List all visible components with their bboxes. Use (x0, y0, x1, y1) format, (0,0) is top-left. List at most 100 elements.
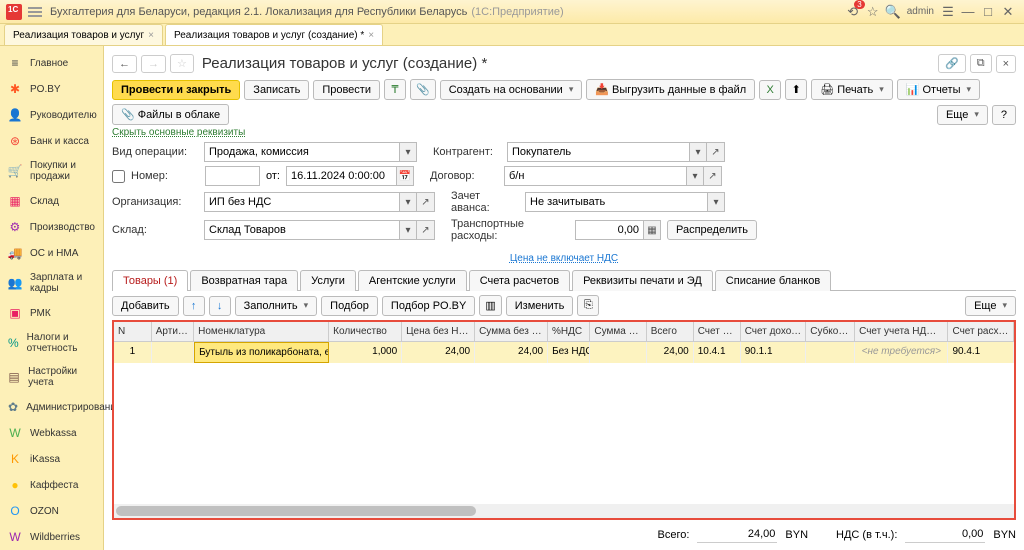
attach-icon[interactable]: 📎 (410, 79, 436, 100)
minimize-icon[interactable]: — (958, 4, 978, 19)
tab-creation[interactable]: Реализация товаров и услуг (создание) *× (165, 24, 383, 45)
column-header[interactable]: Счет доходов (741, 322, 807, 341)
warehouse-input[interactable] (204, 220, 399, 240)
number-checkbox[interactable] (112, 170, 125, 183)
cell[interactable] (806, 342, 855, 363)
sidebar-item[interactable]: ●Каффеста (0, 472, 103, 498)
movements-icon[interactable]: ₸ (384, 79, 406, 100)
inner-tab[interactable]: Списание бланков (715, 270, 831, 291)
copy-icon[interactable]: ⎘ (577, 295, 599, 316)
inner-tab[interactable]: Счета расчетов (469, 270, 570, 291)
cell[interactable]: 24,00 (475, 342, 548, 363)
sidebar-item[interactable]: 🛒Покупки и продажи (0, 154, 103, 188)
close-icon[interactable]: ✕ (998, 4, 1018, 20)
sidebar-item[interactable]: WWebkassa (0, 420, 103, 446)
column-header[interactable]: Количество (329, 322, 402, 341)
tab-close-icon[interactable]: × (368, 30, 374, 41)
add-button[interactable]: Добавить (112, 296, 179, 316)
inner-tab[interactable]: Реквизиты печати и ЭД (572, 270, 713, 291)
settings-icon[interactable]: ☰ (938, 4, 958, 20)
post-close-button[interactable]: Провести и закрыть (112, 80, 240, 100)
tab-list[interactable]: Реализация товаров и услуг× (4, 24, 163, 45)
sidebar-item[interactable]: ▤Настройки учета (0, 360, 103, 394)
sidebar-item[interactable]: 👥Зарплата и кадры (0, 266, 103, 300)
dogovor-input[interactable] (504, 166, 686, 186)
history-icon[interactable]: ☆ (863, 4, 883, 20)
pick-poby-button[interactable]: Подбор PO.BY (382, 296, 475, 316)
more-button[interactable]: Еще (937, 105, 988, 125)
column-header[interactable]: Сумма НДС (590, 322, 646, 341)
sidebar-item[interactable]: WWildberries (0, 524, 103, 550)
cell[interactable]: 90.4.1 (948, 342, 1014, 363)
move-down-icon[interactable]: ↓ (209, 296, 231, 316)
change-button[interactable]: Изменить (506, 296, 574, 316)
favorite-icon[interactable]: ☆ (170, 54, 194, 73)
dropdown-icon[interactable]: ▾ (707, 192, 725, 212)
column-header[interactable]: Всего (647, 322, 694, 341)
sidebar-item[interactable]: ≡Главное (0, 50, 103, 76)
column-header[interactable]: N (114, 322, 152, 341)
column-header[interactable]: Цена без НДС (402, 322, 475, 341)
move-up-icon[interactable]: ↑ (183, 296, 205, 316)
sidebar-item[interactable]: ⊛Банк и касса (0, 128, 103, 154)
horizontal-scrollbar[interactable] (114, 504, 1014, 518)
hide-props-link[interactable]: Скрыть основные реквизиты (112, 127, 1016, 138)
page-close-icon[interactable]: × (996, 55, 1016, 73)
sidebar-item[interactable]: %Налоги и отчетность (0, 326, 103, 360)
open-icon[interactable]: ↗ (704, 166, 722, 186)
price-nds-link[interactable]: Цена не включает НДС (510, 253, 618, 264)
user-label[interactable]: admin (903, 6, 938, 17)
column-header[interactable]: Сумма без НДС (475, 322, 548, 341)
cell[interactable] (152, 342, 194, 363)
print-button[interactable]: 🖨 Печать (811, 79, 893, 100)
column-header[interactable]: %НДС (548, 322, 590, 341)
write-button[interactable]: Записать (244, 80, 309, 100)
calc-icon[interactable]: ▦ (643, 220, 661, 240)
column-header[interactable]: Счет учета НДС по реализ... (855, 322, 948, 341)
cloud-files-button[interactable]: 📎 Файлы в облаке (112, 104, 229, 125)
barcode-icon[interactable]: ▥ (479, 295, 501, 316)
nav-back-button[interactable]: ← (112, 55, 137, 73)
dropdown-icon[interactable]: ▾ (399, 220, 417, 240)
cell[interactable]: 24,00 (402, 342, 475, 363)
column-header[interactable]: Номенклатура (194, 322, 329, 341)
dropdown-icon[interactable]: ▾ (399, 192, 417, 212)
cell[interactable]: <не требуется> (855, 342, 948, 363)
dropdown-icon[interactable]: ▾ (686, 166, 704, 186)
post-button[interactable]: Провести (313, 80, 380, 100)
sidebar-item[interactable]: OOZON (0, 498, 103, 524)
notifications-icon[interactable]: ⟲ (843, 4, 863, 20)
distribute-button[interactable]: Распределить (667, 220, 757, 240)
cell[interactable] (590, 342, 646, 363)
cell[interactable]: 24,00 (647, 342, 694, 363)
org-input[interactable] (204, 192, 399, 212)
upload-icon[interactable]: ⬆ (785, 79, 807, 100)
column-header[interactable]: Артикул (152, 322, 194, 341)
help-button[interactable]: ? (992, 105, 1016, 125)
inner-tab[interactable]: Агентские услуги (358, 270, 467, 291)
open-icon[interactable]: ↗ (707, 142, 725, 162)
cell[interactable]: 90.1.1 (741, 342, 807, 363)
fill-button[interactable]: Заполнить (235, 296, 318, 316)
sidebar-item[interactable]: 👤Руководителю (0, 102, 103, 128)
pick-button[interactable]: Подбор (321, 296, 378, 316)
cell[interactable]: 10.4.1 (694, 342, 741, 363)
column-header[interactable]: Счет расходов (948, 322, 1014, 341)
number-input[interactable] (205, 166, 260, 186)
calendar-icon[interactable]: 📅 (396, 166, 414, 186)
sidebar-item[interactable]: 🚚ОС и НМА (0, 240, 103, 266)
transport-input[interactable] (575, 220, 643, 240)
sidebar-item[interactable]: ▣РМК (0, 300, 103, 326)
cell[interactable]: Бутыль из поликарбоната, емкость 18,9л (194, 342, 329, 363)
inner-tab[interactable]: Услуги (300, 270, 356, 291)
tab-close-icon[interactable]: × (148, 30, 154, 41)
menu-icon[interactable] (28, 5, 42, 19)
window-icon[interactable]: ⧉ (970, 54, 992, 73)
sidebar-item[interactable]: ✱PO.BY (0, 76, 103, 102)
cell[interactable]: Без НДС (548, 342, 590, 363)
dropdown-icon[interactable]: ▾ (399, 142, 417, 162)
cell[interactable]: 1,000 (329, 342, 402, 363)
reports-button[interactable]: 📊 Отчеты (897, 79, 980, 100)
sidebar-item[interactable]: ✿Администрирование (0, 394, 103, 420)
sidebar-item[interactable]: ⚙Производство (0, 214, 103, 240)
